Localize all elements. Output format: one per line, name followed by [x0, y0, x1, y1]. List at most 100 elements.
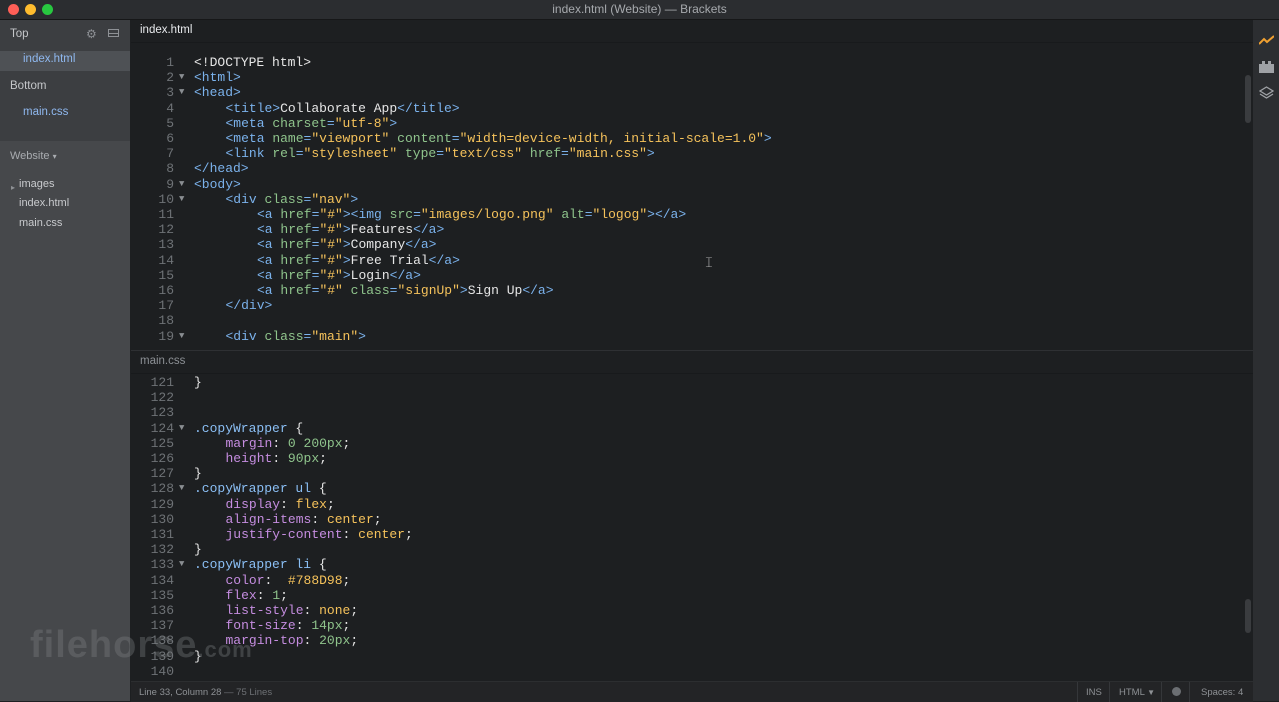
code-line[interactable]: 136 list-style: none; — [131, 603, 1231, 618]
code-line[interactable]: 133 ▼ .copyWrapper li { — [131, 557, 1231, 572]
folder-expand-icon[interactable]: ▸ — [11, 183, 15, 192]
code-line[interactable]: 9 ▼ <body> — [131, 177, 1231, 192]
fold-toggle-icon[interactable]: ▼ — [179, 329, 184, 344]
code-line[interactable]: 121} — [131, 375, 1231, 390]
code-line[interactable]: 135 flex: 1; — [131, 588, 1231, 603]
code-token: = — [413, 207, 421, 222]
line-number: 7 — [166, 146, 174, 162]
tree-file-index-html[interactable]: index.html — [19, 197, 69, 209]
code-token: 1 — [272, 587, 281, 603]
project-dropdown[interactable]: Website ▾ — [10, 150, 57, 162]
code-line[interactable]: 138 margin-top: 20px; — [131, 633, 1231, 648]
code-line[interactable]: 16 <a href="#" class="signUp">Sign Up</a> — [131, 283, 1231, 298]
code-line[interactable]: 13 <a href="#">Company</a> — [131, 237, 1231, 252]
code-line[interactable]: 131 justify-content: center; — [131, 527, 1231, 542]
project-name: Website — [10, 150, 50, 162]
code-token: ; — [342, 618, 351, 634]
pane-title-top: index.html — [140, 24, 193, 36]
code-line[interactable]: 127} — [131, 466, 1231, 481]
fold-toggle-icon[interactable]: ▼ — [179, 421, 184, 436]
code-token: ; — [326, 496, 335, 512]
code-token: </a> — [389, 267, 421, 283]
code-token: "text/css" — [444, 146, 523, 162]
code-line[interactable]: 12 <a href="#">Features</a> — [131, 222, 1231, 237]
fold-toggle-icon[interactable]: ▼ — [179, 557, 184, 572]
code-line[interactable]: 1 <!DOCTYPE html> — [131, 55, 1231, 70]
cursor-position[interactable]: Line 33, Column 28 — 75 Lines — [139, 687, 272, 698]
working-file-main-css[interactable]: main.css — [23, 106, 68, 118]
code-line[interactable]: 14 <a href="#">Free Trial</a> — [131, 253, 1231, 268]
line-number: 127 — [150, 466, 174, 482]
code-line[interactable]: 137 font-size: 14px; — [131, 618, 1231, 633]
code-line[interactable]: 15 <a href="#">Login</a> — [131, 268, 1231, 283]
linting-status-icon[interactable] — [1172, 687, 1181, 696]
code-line[interactable]: 6 <meta name="viewport" content="width=de… — [131, 131, 1231, 146]
code-line[interactable]: 134 color: #788D98; — [131, 573, 1231, 588]
code-line[interactable]: 123 — [131, 405, 1231, 420]
line-number: 9 — [166, 176, 174, 192]
line-number: 18 — [158, 313, 174, 329]
code-line[interactable]: 140 — [131, 664, 1231, 679]
layers-icon[interactable] — [1258, 86, 1275, 99]
language-mode-select[interactable]: HTML ▼ — [1119, 687, 1155, 698]
code-token: <a — [257, 252, 281, 268]
code-line[interactable]: 17 </div> — [131, 298, 1231, 313]
code-token: </div> — [225, 298, 273, 314]
code-line[interactable]: 2 ▼ <html> — [131, 70, 1231, 85]
code-line[interactable]: 5 <meta charset="utf-8"> — [131, 116, 1231, 131]
code-token: <html> — [194, 70, 241, 86]
tree-file-main-css[interactable]: main.css — [19, 217, 62, 229]
code-line[interactable]: 129 display: flex; — [131, 497, 1231, 512]
line-number: 13 — [158, 237, 174, 253]
code-token: content — [397, 131, 452, 146]
code-line[interactable]: 124 ▼ .copyWrapper { — [131, 421, 1231, 436]
line-number: 125 — [150, 435, 174, 451]
code-line[interactable]: 18 — [131, 313, 1231, 328]
code-line[interactable]: 4 <title>Collaborate App</title> — [131, 101, 1231, 116]
code-line[interactable]: 130 align-items: center; — [131, 512, 1231, 527]
code-token: : — [264, 572, 288, 588]
code-line[interactable]: 139} — [131, 649, 1231, 664]
code-line[interactable]: 11 <a href="#"><img src="images/logo.png"… — [131, 207, 1231, 222]
gear-icon[interactable]: ⚙ — [86, 27, 97, 41]
code-line[interactable]: 19 ▼ <div class="main"> — [131, 329, 1231, 344]
scrollbar-top[interactable] — [1245, 75, 1251, 123]
code-line[interactable]: 128 ▼ .copyWrapper ul { — [131, 481, 1231, 496]
right-toolbar — [1253, 20, 1279, 701]
code-line[interactable]: 10 ▼ <div class="nav"> — [131, 192, 1231, 207]
line-number: 135 — [150, 587, 174, 603]
code-line[interactable]: 8 </head> — [131, 161, 1231, 176]
code-line[interactable]: 126 height: 90px; — [131, 451, 1231, 466]
code-line[interactable]: 122 — [131, 390, 1231, 405]
fold-toggle-icon[interactable]: ▼ — [179, 70, 184, 85]
code-text: <div class="nav"> — [226, 192, 359, 207]
code-text: <a href="#">Company</a> — [257, 237, 436, 252]
line-number: 129 — [150, 496, 174, 512]
editor-pane-top[interactable]: index.html 1 <!DOCTYPE html> 2 ▼ <html> 3 ▼ <he… — [131, 20, 1253, 350]
live-preview-icon[interactable] — [1258, 34, 1275, 47]
extension-manager-icon[interactable] — [1259, 60, 1274, 73]
editor-pane-bottom[interactable]: main.css 121} 122 123 124 ▼ .copyWrapper {125… — [131, 351, 1253, 681]
code-line[interactable]: 3 ▼ <head> — [131, 85, 1231, 100]
fold-toggle-icon[interactable]: ▼ — [179, 85, 184, 100]
code-token: "signUp" — [397, 283, 460, 298]
scrollbar-bottom[interactable] — [1245, 599, 1251, 633]
insert-mode-toggle[interactable]: INS — [1086, 687, 1102, 698]
working-file-index-html[interactable]: index.html — [23, 53, 75, 65]
indent-spaces-setting[interactable]: Spaces: 4 — [1201, 687, 1243, 698]
code-line[interactable]: 132} — [131, 542, 1231, 557]
code-text: <div class="main"> — [226, 329, 366, 344]
fold-toggle-icon[interactable]: ▼ — [179, 192, 184, 207]
fold-toggle-icon[interactable]: ▼ — [179, 177, 184, 192]
split-view-icon[interactable] — [108, 29, 119, 37]
code-token: href — [280, 267, 312, 283]
code-line[interactable]: 7 <link rel="stylesheet" type="text/css" … — [131, 146, 1231, 161]
tree-folder-images[interactable]: images — [19, 178, 54, 190]
code-text: <a href="#">Free Trial</a> — [257, 253, 460, 268]
fold-toggle-icon[interactable]: ▼ — [179, 481, 184, 496]
code-token: Collaborate App — [280, 100, 398, 116]
code-token: list-style — [225, 603, 304, 618]
code-token: class — [264, 191, 304, 207]
code-line[interactable]: 125 margin: 0 200px; — [131, 436, 1231, 451]
